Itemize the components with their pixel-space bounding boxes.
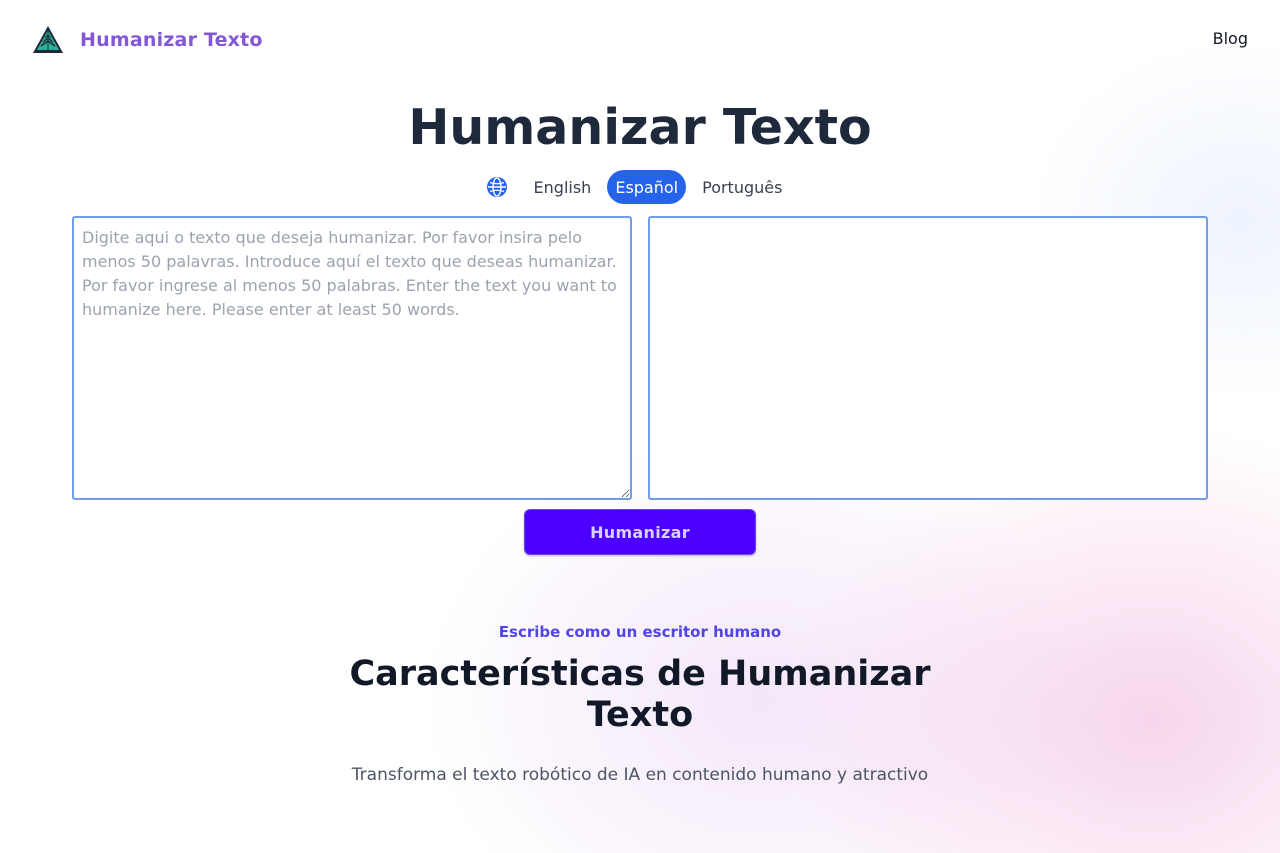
globe-icon [486,177,507,197]
brand-name: Humanizar Texto [80,29,263,51]
features-title: Características de Humanizar Texto [349,654,931,735]
triangle-logo-icon [33,26,63,53]
features-subtitle: Transforma el texto robótico de IA en co… [351,765,929,785]
page-title: Humanizar Texto [408,99,872,156]
input-editor-panel [72,216,632,500]
features-eyebrow: Escribe como un escritor humano [498,623,782,641]
language-switcher: English Español Português [0,170,1280,204]
home-logo-link[interactable]: Humanizar Texto [32,24,263,56]
blog-nav-link[interactable]: Blog [1213,29,1248,48]
humanize-button[interactable]: Humanizar [524,509,756,555]
output-editor-panel [648,216,1208,500]
output-text-area[interactable] [650,218,1206,498]
language-option-english[interactable]: English [526,170,600,204]
input-text-area[interactable] [74,218,630,498]
language-option-espanol[interactable]: Español [607,170,687,204]
top-navigation: Humanizar Texto Blog [0,0,1280,80]
language-option-portugues[interactable]: Português [694,170,790,204]
